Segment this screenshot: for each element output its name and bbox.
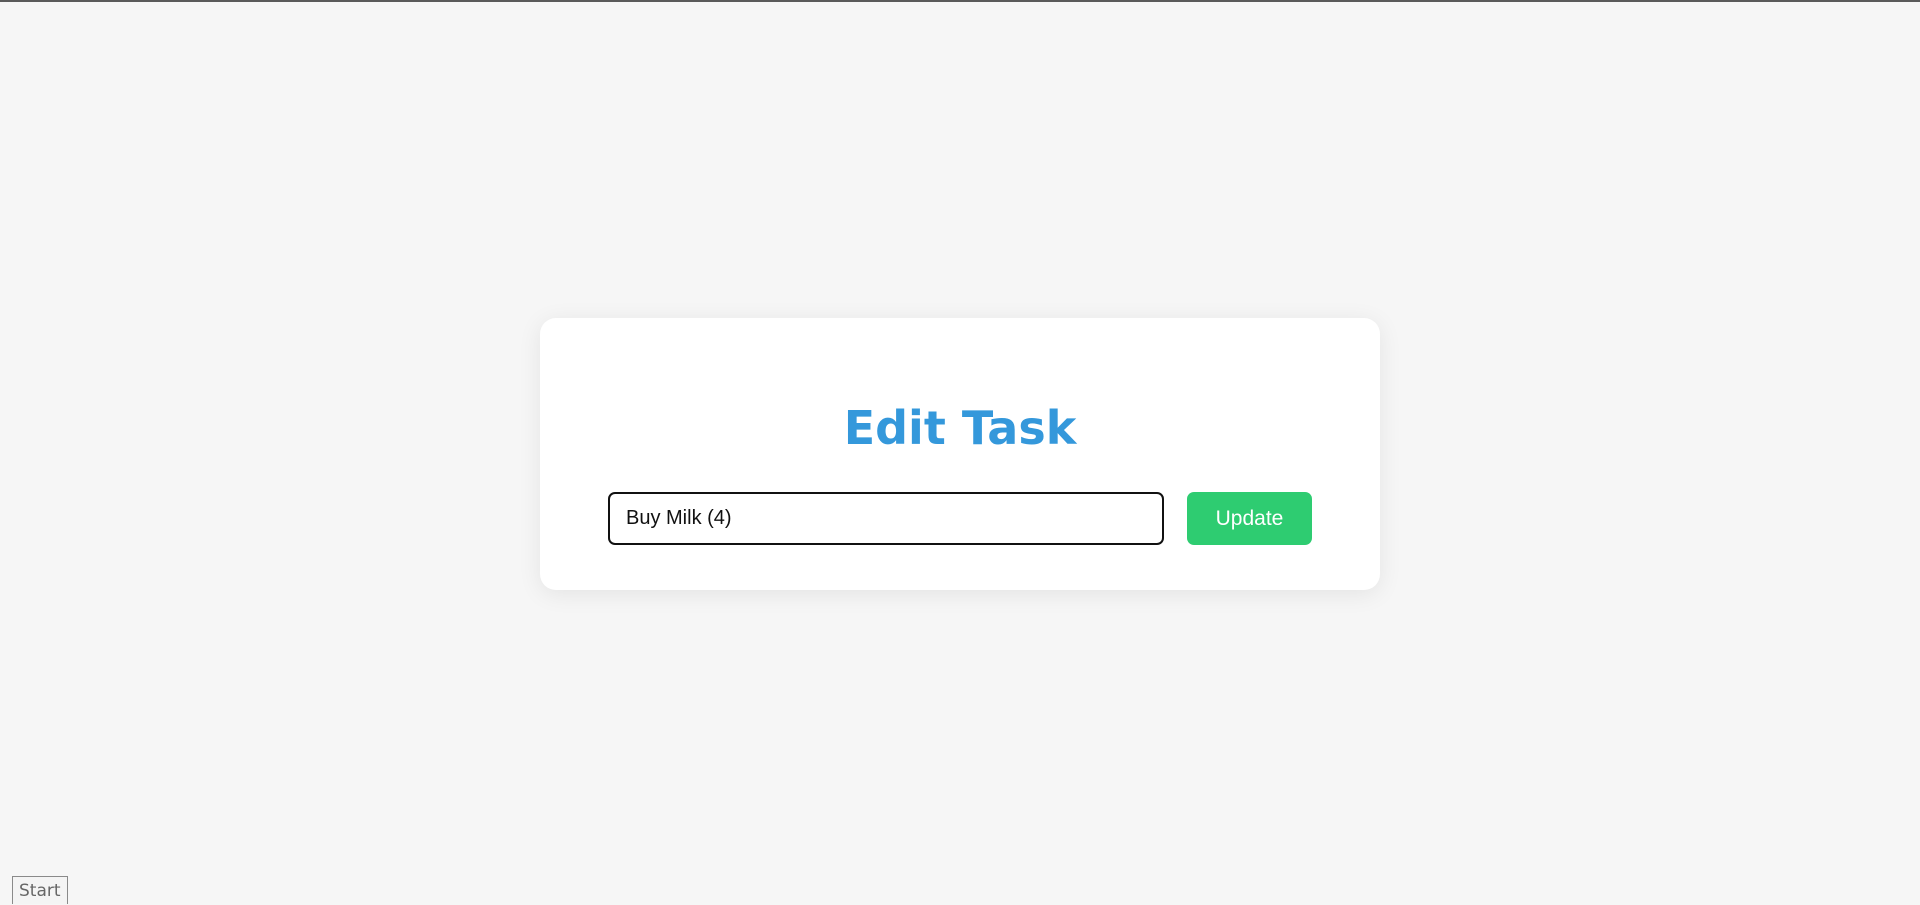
page-title: Edit Task [843,401,1077,455]
task-name-input[interactable] [608,492,1164,545]
update-button[interactable]: Update [1187,492,1312,545]
start-button[interactable]: Start [12,876,68,904]
edit-task-card: Edit Task Update [540,318,1380,590]
window-top-border [0,0,1920,2]
